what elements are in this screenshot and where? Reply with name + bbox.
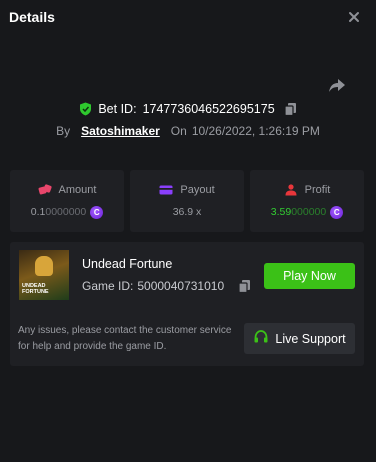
dice-icon: [38, 183, 52, 196]
copy-icon[interactable]: [284, 102, 297, 117]
bet-meta-row: By Satoshimaker On 10/26/2022, 1:26:19 P…: [0, 123, 376, 139]
play-now-button[interactable]: Play Now: [264, 263, 355, 289]
stat-payout-value: 36.9 x: [172, 206, 202, 218]
game-name: Undead Fortune: [82, 257, 173, 271]
close-icon[interactable]: [346, 9, 362, 25]
username-link[interactable]: Satoshimaker: [81, 124, 160, 138]
game-id-label: Game ID:: [82, 279, 134, 293]
stat-amount-value-tail: 0000000: [45, 206, 87, 218]
on-label: On: [170, 124, 187, 138]
people-icon: [284, 183, 298, 196]
game-art: [35, 256, 53, 276]
game-card: UNDEAD FORTUNE Undead Fortune Game ID: 5…: [10, 242, 364, 366]
by-label: By: [56, 124, 71, 138]
stat-profit-label: Profit: [304, 183, 331, 196]
dialog-header: Details: [0, 0, 376, 36]
game-thumbnail-title: UNDEAD FORTUNE: [22, 283, 49, 295]
bet-id-label: Bet ID:: [98, 102, 137, 116]
shield-check-icon: [79, 102, 92, 116]
support-text: Any issues, please contact the customer …: [18, 325, 232, 352]
live-support-button[interactable]: Live Support: [244, 323, 355, 354]
stat-amount-value-main: 0.1: [30, 206, 46, 218]
bet-datetime: 10/26/2022, 1:26:19 PM: [191, 124, 320, 138]
game-id-row: Game ID: 5000040731010: [82, 279, 251, 294]
headset-icon: [253, 329, 269, 348]
stat-profit: Profit 3.59000000 C: [250, 170, 364, 232]
bet-stats: Amount 0.10000000 C Payout 36.9 x Profit…: [10, 170, 364, 232]
bet-id-value: 1747736046522695175: [142, 102, 275, 116]
coin-icon: C: [90, 205, 104, 219]
copy-icon[interactable]: [238, 279, 251, 294]
game-thumbnail[interactable]: UNDEAD FORTUNE: [19, 250, 69, 300]
dialog-title: Details: [9, 9, 55, 25]
card-icon: [159, 184, 173, 196]
stat-profit-value-main: 3.59: [270, 206, 292, 218]
coin-icon: C: [330, 205, 344, 219]
stat-payout: Payout 36.9 x: [130, 170, 244, 232]
live-support-label: Live Support: [275, 331, 346, 346]
stat-profit-value-tail: 000000: [291, 206, 327, 218]
stat-amount-label: Amount: [58, 183, 97, 196]
stat-payout-label: Payout: [180, 184, 215, 196]
bet-id-row: Bet ID: 1747736046522695175: [0, 100, 376, 118]
game-id-value: 5000040731010: [137, 279, 225, 293]
thumb-line2: FORTUNE: [22, 289, 49, 295]
stat-amount: Amount 0.10000000 C: [10, 170, 124, 232]
share-icon[interactable]: [328, 76, 346, 94]
